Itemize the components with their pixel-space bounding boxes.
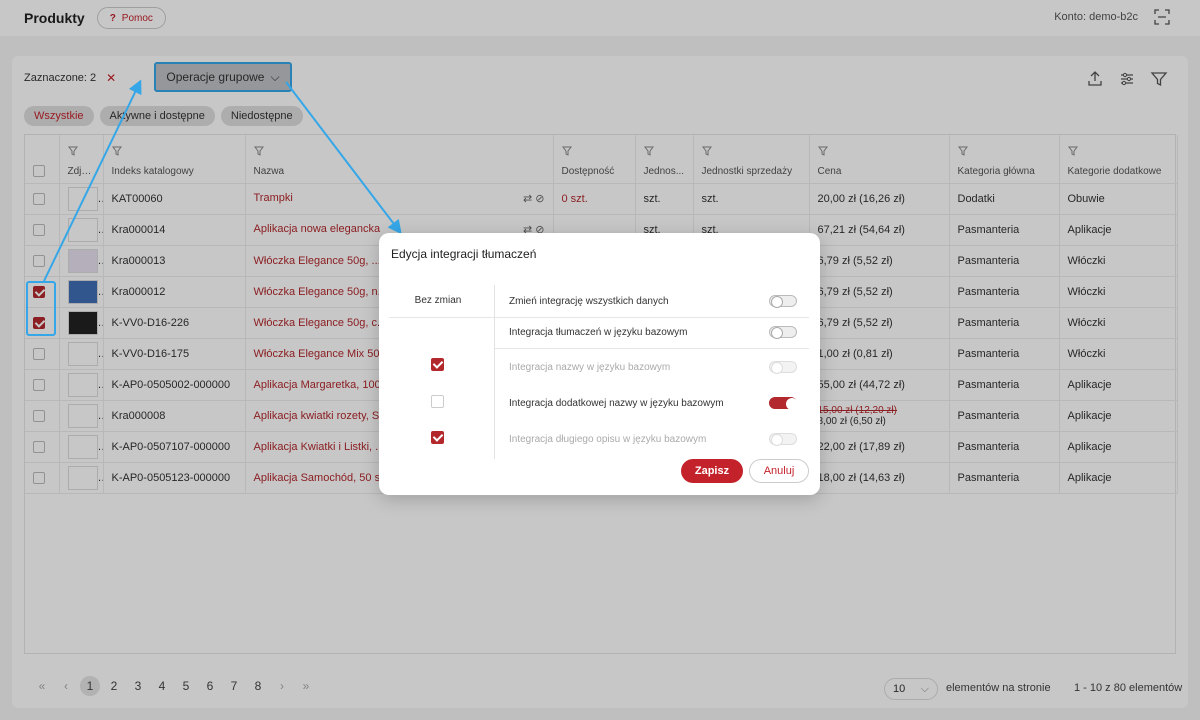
cancel-button[interactable]: Anuluj <box>749 459 809 483</box>
toggle-base-name[interactable] <box>769 361 797 374</box>
option-base-long-description: Integracja długiego opisu w języku bazow… <box>495 429 809 449</box>
no-change-column-header: Bez zmian <box>414 295 462 306</box>
dialog-title: Edycja integracji tłumaczeń <box>391 247 537 261</box>
option-all-data: Zmień integrację wszystkich danych <box>495 291 809 311</box>
toggle-base-translations[interactable] <box>769 326 797 339</box>
option-base-extra-name: Integracja dodatkowej nazwy w języku baz… <box>495 393 809 413</box>
divider <box>495 348 809 349</box>
no-change-checkbox-extra-name[interactable] <box>431 395 444 408</box>
translation-integration-dialog: Edycja integracji tłumaczeń Bez zmian Zm… <box>379 233 820 495</box>
option-base-name: Integracja nazwy w języku bazowym <box>495 357 809 377</box>
divider <box>389 317 809 318</box>
selected-rows-highlight <box>26 281 56 336</box>
option-base-translations: Integracja tłumaczeń w języku bazowym <box>495 322 809 342</box>
toggle-base-extra-name[interactable] <box>769 397 798 410</box>
option-label: Zmień integrację wszystkich danych <box>509 295 669 307</box>
toggle-base-long-description[interactable] <box>769 433 797 446</box>
option-label: Integracja tłumaczeń w języku bazowym <box>509 326 688 338</box>
save-button[interactable]: Zapisz <box>681 459 743 483</box>
option-label: Integracja nazwy w języku bazowym <box>509 361 671 373</box>
no-change-checkbox-long-description[interactable] <box>431 431 444 444</box>
no-change-checkbox-name[interactable] <box>431 358 444 371</box>
option-label: Integracja dodatkowej nazwy w języku baz… <box>509 397 724 409</box>
option-label: Integracja długiego opisu w języku bazow… <box>509 433 707 445</box>
toggle-all-data[interactable] <box>769 295 797 308</box>
